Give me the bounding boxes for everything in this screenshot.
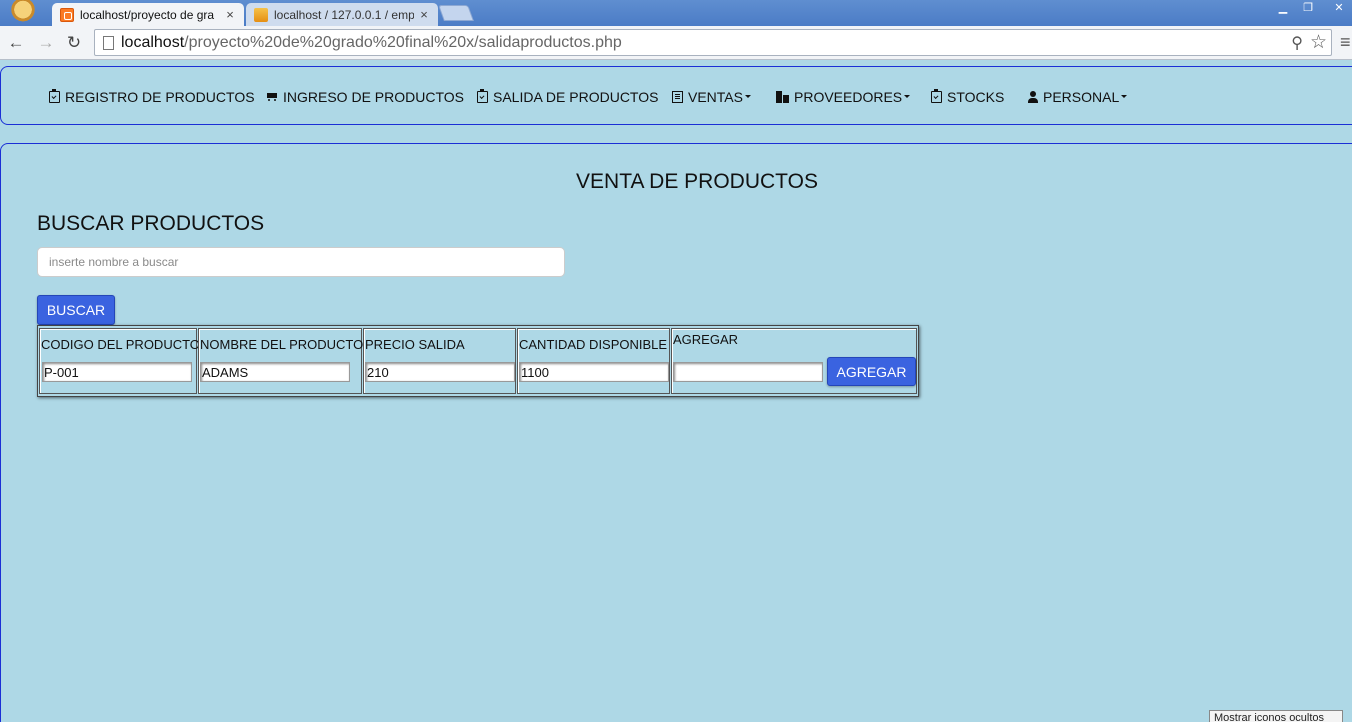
window-close-icon[interactable]: ✕: [1326, 1, 1352, 17]
new-tab-button[interactable]: [438, 5, 474, 21]
agregar-quantity-field[interactable]: [673, 362, 823, 382]
url-host: localhost: [121, 34, 185, 51]
xampp-icon: [60, 7, 74, 22]
nav-label: SALIDA DE PRODUCTOS: [493, 88, 659, 105]
tab-close-icon[interactable]: ×: [224, 7, 236, 22]
precio-field[interactable]: [365, 362, 515, 382]
page-icon: [103, 36, 114, 50]
maximize-icon[interactable]: ❐: [1295, 1, 1321, 17]
add-button[interactable]: AGREGAR: [827, 357, 916, 386]
clipboard-check-icon: [477, 88, 488, 103]
forward-icon[interactable]: →: [36, 33, 56, 53]
search-title: BUSCAR PRODUCTOS: [37, 212, 265, 235]
table-cell-cantidad: CANTIDAD DISPONIBLE: [517, 328, 670, 394]
nombre-field[interactable]: [200, 362, 350, 382]
caret-down-icon: [1121, 95, 1128, 98]
profile-avatar[interactable]: [10, 0, 36, 24]
product-table: CODIGO DEL PRODUCTO NOMBRE DEL PRODUCTO …: [37, 325, 919, 397]
search-button[interactable]: BUSCAR: [37, 295, 115, 325]
browser-tab-inactive[interactable]: localhost / 127.0.0.1 / emp ×: [246, 3, 438, 26]
zoom-icon[interactable]: ⚲: [1291, 33, 1303, 53]
minimize-icon[interactable]: ▁: [1270, 1, 1296, 17]
nav-label: STOCKS: [947, 88, 1005, 105]
building-icon: [776, 90, 789, 103]
nav-label: REGISTRO DE PRODUCTOS: [65, 88, 255, 105]
column-header: CODIGO DEL PRODUCTO: [41, 337, 200, 352]
main-navbar: REGISTRO DE PRODUCTOS INGRESO DE PRODUCT…: [0, 66, 1352, 125]
bookmark-star-icon[interactable]: ☆: [1310, 31, 1327, 54]
browser-tab-strip: localhost/proyecto de gra × localhost / …: [0, 0, 1352, 26]
nav-salida-productos[interactable]: SALIDA DE PRODUCTOS: [477, 67, 658, 126]
cart-icon: [266, 92, 278, 102]
url-text[interactable]: localhost/proyecto%20de%20grado%20final%…: [121, 34, 622, 52]
browser-tab-active[interactable]: localhost/proyecto de gra ×: [52, 3, 244, 26]
clipboard-check-icon: [931, 88, 942, 103]
codigo-field[interactable]: [42, 362, 192, 382]
nav-personal[interactable]: PERSONAL: [1028, 67, 1128, 126]
page-title: VENTA DE PRODUCTOS: [576, 170, 818, 193]
nav-ventas[interactable]: VENTAS: [672, 67, 751, 126]
column-header: NOMBRE DEL PRODUCTO: [200, 337, 364, 352]
column-header: CANTIDAD DISPONIBLE: [519, 337, 668, 352]
phpmyadmin-icon: [254, 7, 268, 22]
caret-down-icon: [904, 95, 911, 98]
caret-down-icon: [744, 95, 751, 98]
url-path: /proyecto%20de%20grado%20final%20x/salid…: [184, 34, 622, 51]
clipboard-check-icon: [49, 88, 60, 103]
nav-proveedores[interactable]: PROVEEDORES: [776, 67, 911, 126]
nav-label: PERSONAL: [1043, 88, 1120, 105]
list-alt-icon: [672, 90, 683, 103]
tab-close-icon[interactable]: ×: [418, 7, 430, 22]
table-cell-nombre: NOMBRE DEL PRODUCTO: [198, 328, 364, 394]
nav-ingreso-productos[interactable]: INGRESO DE PRODUCTOS: [266, 67, 464, 126]
tab-title: localhost / 127.0.0.1 / emp: [274, 7, 414, 22]
browser-menu-icon[interactable]: ≡: [1340, 32, 1352, 52]
cantidad-field[interactable]: [519, 362, 669, 382]
table-cell-precio: PRECIO SALIDA: [363, 328, 516, 394]
tab-title: localhost/proyecto de gra: [80, 7, 215, 22]
nav-stocks[interactable]: STOCKS: [931, 67, 1004, 126]
nav-label: VENTAS: [688, 88, 743, 105]
table-cell-agregar: AGREGAR AGREGAR: [671, 328, 917, 394]
address-bar[interactable]: localhost/proyecto%20de%20grado%20final%…: [94, 29, 1332, 56]
reload-icon[interactable]: ↻: [64, 33, 84, 53]
table-cell-codigo: CODIGO DEL PRODUCTO: [39, 328, 200, 394]
column-header: PRECIO SALIDA: [365, 337, 465, 352]
user-icon: [1028, 90, 1038, 103]
hidden-icons-tooltip: Mostrar iconos ocultos: [1209, 710, 1343, 722]
nav-registro-productos[interactable]: REGISTRO DE PRODUCTOS: [49, 67, 255, 126]
browser-toolbar: ← → ↻ localhost/proyecto%20de%20grado%20…: [0, 26, 1352, 60]
search-input[interactable]: [37, 247, 565, 277]
nav-label: INGRESO DE PRODUCTOS: [283, 88, 464, 105]
nav-label: PROVEEDORES: [794, 88, 903, 105]
column-header: AGREGAR: [673, 332, 739, 347]
back-icon[interactable]: ←: [6, 33, 26, 53]
